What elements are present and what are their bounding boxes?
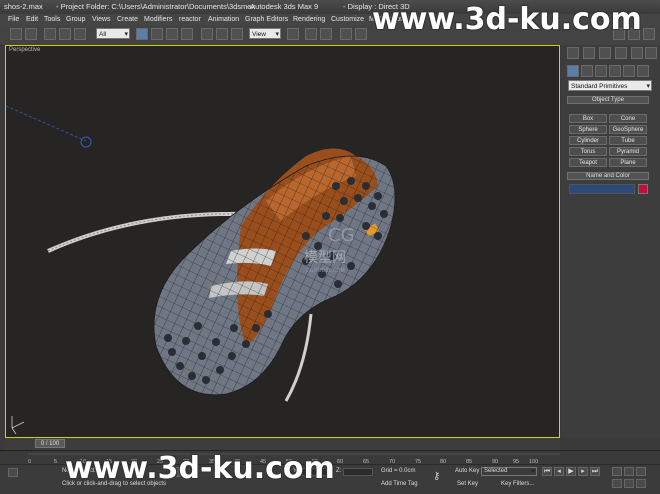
select-link-icon[interactable] bbox=[44, 28, 56, 40]
reference-coordinate-dropdown[interactable]: View bbox=[249, 28, 281, 40]
key-icon[interactable]: ⚷ bbox=[433, 471, 440, 482]
region-select-icon[interactable] bbox=[166, 28, 178, 40]
unlink-icon[interactable] bbox=[59, 28, 71, 40]
angle-snap-icon[interactable] bbox=[320, 28, 332, 40]
tube-button[interactable]: Tube bbox=[609, 136, 647, 145]
menu-file[interactable]: File bbox=[8, 14, 19, 25]
menu-group[interactable]: Group bbox=[66, 14, 85, 25]
move-icon[interactable] bbox=[201, 28, 213, 40]
play-icon[interactable]: ▶ bbox=[566, 467, 576, 476]
render-last-icon[interactable] bbox=[643, 28, 655, 40]
bind-space-warp-icon[interactable] bbox=[74, 28, 86, 40]
menu-modifiers[interactable]: Modifiers bbox=[144, 14, 172, 25]
add-time-tag[interactable]: Add Time Tag bbox=[381, 481, 418, 487]
set-key-button[interactable]: Set Key bbox=[457, 481, 478, 487]
object-name-field[interactable] bbox=[569, 184, 635, 194]
maximize-viewport-icon[interactable] bbox=[636, 479, 646, 488]
menu-edit[interactable]: Edit bbox=[26, 14, 38, 25]
sphere-button[interactable]: Sphere bbox=[569, 125, 607, 134]
grid-readout: Grid = 0.0cm bbox=[381, 468, 416, 474]
time-slider[interactable]: 0 / 100 bbox=[5, 438, 560, 450]
pivot-center-icon[interactable] bbox=[287, 28, 299, 40]
menu-animation[interactable]: Animation bbox=[208, 14, 239, 25]
name-color-rollout[interactable]: Name and Color bbox=[567, 172, 649, 180]
perspective-viewport[interactable]: Perspective CG 模型网 CGMODEL.COM bbox=[5, 45, 560, 438]
menu-rendering[interactable]: Rendering bbox=[293, 14, 325, 25]
previous-frame-icon[interactable]: ◂ bbox=[554, 467, 564, 476]
motion-tab-icon[interactable] bbox=[615, 47, 627, 59]
pyramid-button[interactable]: Pyramid bbox=[609, 147, 647, 156]
object-type-rollout[interactable]: Object Type bbox=[567, 96, 649, 104]
cylinder-button[interactable]: Cylinder bbox=[569, 136, 607, 145]
torus-button[interactable]: Torus bbox=[569, 147, 607, 156]
app-name: - Autodesk 3ds Max 9 bbox=[246, 2, 319, 11]
space-warps-icon[interactable] bbox=[637, 65, 649, 77]
next-frame-icon[interactable]: ▸ bbox=[578, 467, 588, 476]
time-slider-thumb[interactable]: 0 / 100 bbox=[35, 439, 65, 448]
window-crossing-icon[interactable] bbox=[181, 28, 193, 40]
orbit-icon[interactable] bbox=[624, 479, 634, 488]
menu-customize[interactable]: Customize bbox=[331, 14, 364, 25]
undo-icon[interactable] bbox=[10, 28, 22, 40]
shapes-icon[interactable] bbox=[581, 65, 593, 77]
watermark: www.3d-ku.com bbox=[372, 2, 642, 37]
object-color-swatch[interactable] bbox=[638, 184, 648, 194]
shoe-model: CG 模型网 CGMODEL.COM bbox=[6, 105, 396, 435]
align-icon[interactable] bbox=[355, 28, 367, 40]
lights-icon[interactable] bbox=[595, 65, 607, 77]
select-object-icon[interactable] bbox=[136, 28, 148, 40]
select-by-name-icon[interactable] bbox=[151, 28, 163, 40]
logo-text: 模型网 bbox=[304, 250, 346, 266]
teapot-button[interactable]: Teapot bbox=[569, 158, 607, 167]
create-tab-icon[interactable] bbox=[567, 47, 579, 59]
geometry-icon[interactable] bbox=[567, 65, 579, 77]
menu-graph-editors[interactable]: Graph Editors bbox=[245, 14, 288, 25]
go-to-end-icon[interactable]: ⏭ bbox=[590, 467, 600, 476]
go-to-start-icon[interactable]: ⏮ bbox=[542, 467, 552, 476]
menu-reactor[interactable]: reactor bbox=[179, 14, 201, 25]
key-filters-button[interactable]: Key Filters... bbox=[501, 481, 534, 487]
logo-subtext: CGMODEL.COM bbox=[306, 268, 345, 274]
modify-tab-icon[interactable] bbox=[583, 47, 595, 59]
svg-text:CG: CG bbox=[328, 225, 355, 246]
watermark-bottom: www.3d-ku.com bbox=[65, 451, 335, 486]
max-listener-icon[interactable] bbox=[8, 468, 18, 477]
hierarchy-tab-icon[interactable] bbox=[599, 47, 611, 59]
selection-filter-dropdown[interactable]: All bbox=[96, 28, 130, 40]
scale-icon[interactable] bbox=[231, 28, 243, 40]
plane-button[interactable]: Plane bbox=[609, 158, 647, 167]
zoom-extents-icon[interactable] bbox=[636, 467, 646, 476]
geosphere-button[interactable]: GeoSphere bbox=[609, 125, 647, 134]
project-folder: - Project Folder: C:\Users\Administrator… bbox=[56, 2, 256, 11]
menu-views[interactable]: Views bbox=[92, 14, 111, 25]
primitive-category-dropdown[interactable]: Standard Primitives bbox=[568, 80, 652, 92]
z-coord-label: Z: bbox=[336, 468, 342, 474]
utilities-tab-icon[interactable] bbox=[645, 47, 657, 59]
auto-key-button[interactable]: Auto Key bbox=[455, 468, 479, 474]
menu-create[interactable]: Create bbox=[117, 14, 138, 25]
cone-button[interactable]: Cone bbox=[609, 114, 647, 123]
z-coord-field[interactable] bbox=[343, 468, 373, 476]
menu-tools[interactable]: Tools bbox=[44, 14, 60, 25]
pan-icon[interactable] bbox=[612, 479, 622, 488]
snap-toggle-icon[interactable] bbox=[305, 28, 317, 40]
helpers-icon[interactable] bbox=[623, 65, 635, 77]
redo-icon[interactable] bbox=[25, 28, 37, 40]
box-button[interactable]: Box bbox=[569, 114, 607, 123]
display-tab-icon[interactable] bbox=[631, 47, 643, 59]
cameras-icon[interactable] bbox=[609, 65, 621, 77]
rotate-icon[interactable] bbox=[216, 28, 228, 40]
zoom-all-icon[interactable] bbox=[624, 467, 634, 476]
zoom-icon[interactable] bbox=[612, 467, 622, 476]
file-name: shos-2.max bbox=[4, 2, 43, 11]
key-mode-dropdown[interactable]: Selected bbox=[481, 467, 537, 476]
mirror-icon[interactable] bbox=[340, 28, 352, 40]
